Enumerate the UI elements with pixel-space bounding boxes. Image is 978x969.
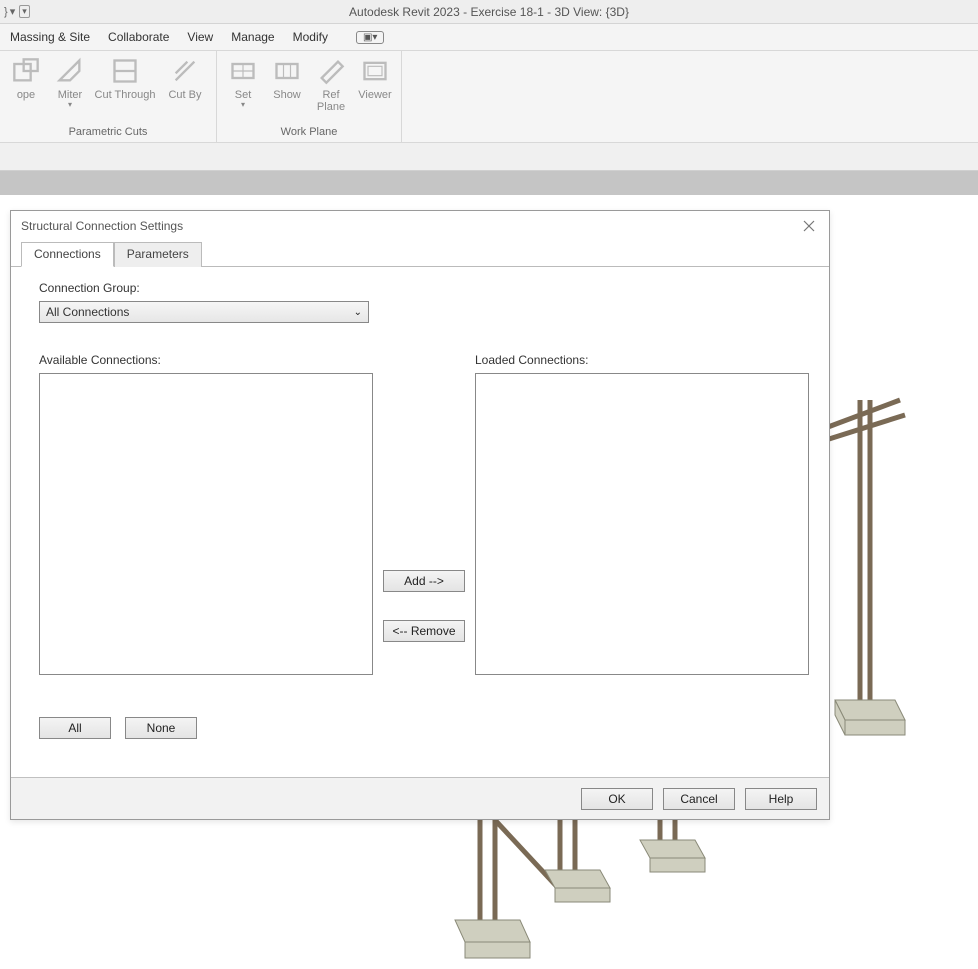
tab-modify[interactable]: Modify xyxy=(293,30,328,44)
remove-button[interactable]: <-- Remove xyxy=(383,620,465,642)
tab-connections[interactable]: Connections xyxy=(21,242,114,267)
cancel-button[interactable]: Cancel xyxy=(663,788,735,810)
cope-label: ope xyxy=(17,89,35,101)
ref-plane-button[interactable]: Ref Plane xyxy=(311,53,351,124)
quick-access-toolbar[interactable]: } ▾ ▾ xyxy=(0,5,30,18)
loaded-connections-label: Loaded Connections: xyxy=(475,353,809,367)
ribbon: ope Miter ▾ Cut Through Cut By Parametri… xyxy=(0,51,978,143)
connection-group-label: Connection Group: xyxy=(39,281,809,295)
add-button[interactable]: Add --> xyxy=(383,570,465,592)
none-button[interactable]: None xyxy=(125,717,197,739)
connection-group-dropdown[interactable]: All Connections ⌄ xyxy=(39,301,369,323)
cope-icon xyxy=(12,57,40,85)
show-label: Show xyxy=(273,89,301,101)
tab-view[interactable]: View xyxy=(187,30,213,44)
qat-split: ▾ xyxy=(10,5,16,18)
cut-by-label: Cut By xyxy=(168,89,201,101)
group-work-plane-label: Work Plane xyxy=(223,124,395,140)
app-title: Autodesk Revit 2023 - Exercise 18-1 - 3D… xyxy=(349,5,629,19)
options-bar xyxy=(0,143,978,171)
cut-by-button[interactable]: Cut By xyxy=(160,53,210,124)
viewer-button[interactable]: Viewer xyxy=(355,53,395,124)
dialog-title: Structural Connection Settings xyxy=(21,219,183,233)
view-control-bar xyxy=(0,171,978,195)
miter-icon xyxy=(56,57,84,85)
ref-plane-label-a: Ref xyxy=(322,89,339,101)
viewer-icon xyxy=(361,57,389,85)
available-connections-list[interactable] xyxy=(39,373,373,675)
cut-through-icon xyxy=(111,57,139,85)
close-button[interactable] xyxy=(799,216,819,236)
cope-button[interactable]: ope xyxy=(6,53,46,124)
close-icon xyxy=(803,220,815,232)
qat-customize-icon[interactable]: ▾ xyxy=(19,5,30,18)
ribbon-tabs: Massing & Site Collaborate View Manage M… xyxy=(0,24,978,51)
set-button[interactable]: Set ▾ xyxy=(223,53,263,124)
tab-collaborate[interactable]: Collaborate xyxy=(108,30,169,44)
chevron-down-icon: ▾ xyxy=(241,101,245,110)
available-connections-label: Available Connections: xyxy=(39,353,373,367)
structural-connection-settings-dialog: Structural Connection Settings Connectio… xyxy=(10,210,830,820)
qat-marker: } xyxy=(4,6,8,18)
tab-manage[interactable]: Manage xyxy=(231,30,274,44)
help-button[interactable]: Help xyxy=(745,788,817,810)
ref-plane-label-b: Plane xyxy=(317,101,345,113)
viewer-label: Viewer xyxy=(358,89,391,101)
dialog-tabs: Connections Parameters xyxy=(11,241,829,267)
show-icon xyxy=(273,57,301,85)
tab-massing-site[interactable]: Massing & Site xyxy=(10,30,90,44)
chevron-down-icon: ⌄ xyxy=(354,307,362,318)
chevron-down-icon: ▾ xyxy=(68,101,72,110)
show-button[interactable]: Show xyxy=(267,53,307,124)
cut-through-button[interactable]: Cut Through xyxy=(94,53,156,124)
cut-through-label: Cut Through xyxy=(95,89,156,101)
all-button[interactable]: All xyxy=(39,717,111,739)
miter-button[interactable]: Miter ▾ xyxy=(50,53,90,124)
ribbon-expand-icon[interactable]: ▣▾ xyxy=(356,31,384,44)
group-parametric-cuts-label: Parametric Cuts xyxy=(6,124,210,140)
cut-by-icon xyxy=(171,57,199,85)
loaded-connections-list[interactable] xyxy=(475,373,809,675)
connection-group-value: All Connections xyxy=(46,305,129,319)
ref-plane-icon xyxy=(317,57,345,85)
app-titlebar: } ▾ ▾ Autodesk Revit 2023 - Exercise 18-… xyxy=(0,0,978,24)
set-icon xyxy=(229,57,257,85)
ok-button[interactable]: OK xyxy=(581,788,653,810)
tab-parameters[interactable]: Parameters xyxy=(114,242,202,267)
